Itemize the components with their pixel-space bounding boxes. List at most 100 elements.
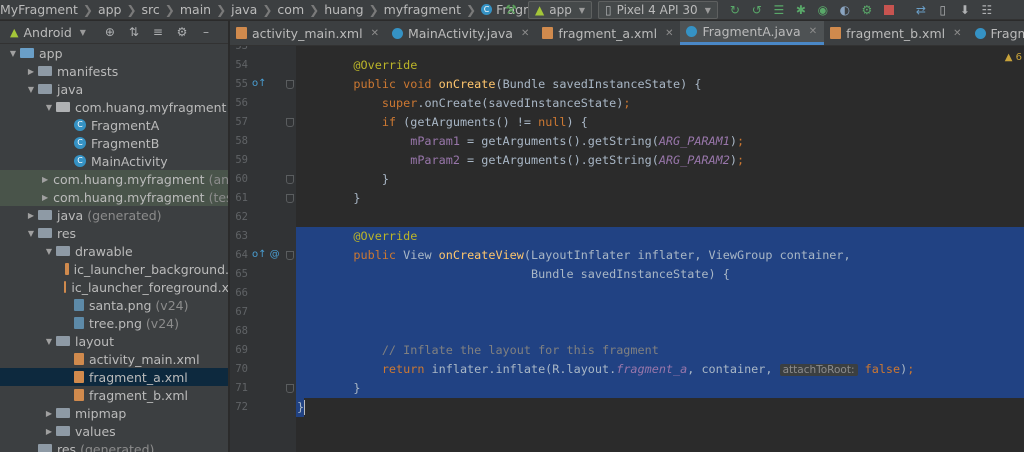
tree-item[interactable]: ▶ java (generated) xyxy=(0,206,228,224)
breadcrumb-item[interactable]: ❯ huang xyxy=(304,0,363,19)
sdk-manager-icon[interactable]: ⬇ xyxy=(954,0,976,19)
tree-item[interactable]: ▶ com.huang.myfragment(tes xyxy=(0,188,228,206)
close-icon[interactable]: ✕ xyxy=(953,28,961,39)
tree-item[interactable]: C FragmentB xyxy=(0,134,228,152)
expanded-arrow-icon[interactable]: ▼ xyxy=(6,49,20,58)
warning-indicator[interactable]: ▲ 6 xyxy=(1005,52,1022,63)
code-line[interactable]: @Override xyxy=(296,227,417,246)
tree-item[interactable]: tree.png (v24) xyxy=(0,314,228,332)
tree-item[interactable]: fragment_b.xml xyxy=(0,386,228,404)
code-line[interactable]: super.onCreate(savedInstanceState); xyxy=(296,94,631,113)
code-line[interactable]: if (getArguments() != null) { xyxy=(296,113,588,132)
gear-icon[interactable]: ⚙ xyxy=(170,25,194,39)
make-project-hammer-icon[interactable]: ⚒ xyxy=(500,0,522,19)
close-icon[interactable]: ✕ xyxy=(665,28,673,39)
fold-marker-icon[interactable] xyxy=(286,251,294,260)
tree-item[interactable]: ▼ res xyxy=(0,224,228,242)
override-marker-icon[interactable]: o↑ @ xyxy=(252,249,280,261)
minimize-icon[interactable]: – xyxy=(194,25,218,39)
code-line[interactable]: } xyxy=(296,170,389,189)
code-line[interactable]: mParam2 = getArguments().getString(ARG_P… xyxy=(296,151,744,170)
code-line[interactable]: mParam1 = getArguments().getString(ARG_P… xyxy=(296,132,744,151)
code-line[interactable] xyxy=(296,208,325,227)
fold-marker-icon[interactable] xyxy=(286,175,294,184)
breadcrumb-item[interactable]: ❯ main xyxy=(160,0,211,19)
tree-item[interactable]: ▼ java xyxy=(0,80,228,98)
collapsed-arrow-icon[interactable]: ▶ xyxy=(24,211,38,220)
tree-item[interactable]: ic_launcher_background. xyxy=(0,260,228,278)
breadcrumb-item[interactable]: ❯ app xyxy=(78,0,122,19)
expand-all-icon[interactable]: ⇅ xyxy=(122,25,146,39)
breadcrumb-item[interactable]: MyFragment xyxy=(0,0,78,19)
run-icon[interactable]: ☰ xyxy=(768,0,790,19)
chevron-down-icon[interactable]: ▼ xyxy=(80,28,86,37)
code-line[interactable] xyxy=(296,322,325,341)
breadcrumb-item[interactable]: ❯ src xyxy=(121,0,159,19)
code-line[interactable]: Bundle savedInstanceState) { xyxy=(296,265,730,284)
code-area[interactable]: ▲ 6 @Override public void onCreate(Bundl… xyxy=(296,46,1024,452)
tree-item[interactable]: activity_main.xml xyxy=(0,350,228,368)
expanded-arrow-icon[interactable]: ▼ xyxy=(42,103,56,112)
breadcrumb-item[interactable]: ❯ myfragment xyxy=(364,0,461,19)
code-line[interactable]: @Override xyxy=(296,56,417,75)
override-marker-icon[interactable]: o↑ xyxy=(252,78,267,90)
tree-item[interactable]: ▶ values xyxy=(0,422,228,440)
collapsed-arrow-icon[interactable]: ▶ xyxy=(42,193,48,202)
close-icon[interactable]: ✕ xyxy=(371,28,379,39)
close-icon[interactable]: ✕ xyxy=(809,26,817,37)
code-line[interactable]: // Inflate the layout for this fragment xyxy=(296,341,659,360)
code-line[interactable]: } xyxy=(296,398,306,417)
editor-tab[interactable]: fragment_a.xml ✕ xyxy=(536,21,680,45)
editor-tab[interactable]: MainActivity.java ✕ xyxy=(386,21,536,45)
code-line[interactable] xyxy=(296,46,325,56)
debug-icon[interactable]: ✱ xyxy=(790,0,812,19)
tree-item[interactable]: C MainActivity xyxy=(0,152,228,170)
editor-tab[interactable]: FragmentB.java✕ xyxy=(969,21,1024,45)
sync-project-icon[interactable]: ⇄ xyxy=(910,0,932,19)
code-line[interactable] xyxy=(296,303,325,322)
code-line[interactable]: public View onCreateView(LayoutInflater … xyxy=(296,246,850,265)
tree-item[interactable]: ▼ drawable xyxy=(0,242,228,260)
code-line[interactable]: public void onCreate(Bundle savedInstanc… xyxy=(296,75,701,94)
collapse-all-icon[interactable]: ≡ xyxy=(146,25,170,39)
attach-debugger-icon[interactable]: ⚙ xyxy=(856,0,878,19)
stop-icon[interactable] xyxy=(878,0,900,19)
fold-marker-icon[interactable] xyxy=(286,80,294,89)
device-dropdown[interactable]: ▯ Pixel 4 API 30 ▼ xyxy=(597,1,718,19)
fold-marker-icon[interactable] xyxy=(286,384,294,393)
locate-icon[interactable]: ⊕ xyxy=(98,25,122,39)
tree-item[interactable]: res (generated) xyxy=(0,440,228,452)
apply-changes-restart-icon[interactable]: ↻ xyxy=(724,0,746,19)
close-icon[interactable]: ✕ xyxy=(521,28,529,39)
collapsed-arrow-icon[interactable]: ▶ xyxy=(24,67,38,76)
avd-manager-icon[interactable]: ▯ xyxy=(932,0,954,19)
tree-item[interactable]: ▶ mipmap xyxy=(0,404,228,422)
expanded-arrow-icon[interactable]: ▼ xyxy=(42,337,56,346)
breadcrumb-item[interactable]: ❯ java xyxy=(211,0,257,19)
tree-item[interactable]: ▶ manifests xyxy=(0,62,228,80)
layout-inspector-icon[interactable]: ☷ xyxy=(976,0,998,19)
tree-item[interactable]: ic_launcher_foreground.x xyxy=(0,278,228,296)
editor-tab[interactable]: activity_main.xml ✕ xyxy=(230,21,386,45)
code-editor[interactable]: 53 54 55 o↑ 56 57 58 59 60 61 62 63 64 o↑ @ 65 66 67 68 69… xyxy=(230,46,1024,452)
editor-tab[interactable]: FragmentA.java ✕ xyxy=(680,21,825,45)
fold-marker-icon[interactable] xyxy=(286,194,294,203)
code-line[interactable]: return inflater.inflate(R.layout.fragmen… xyxy=(296,360,914,379)
breadcrumb-item[interactable]: ❯ com xyxy=(257,0,304,19)
tree-item[interactable]: ▼ layout xyxy=(0,332,228,350)
tree-item[interactable]: ▼ com.huang.myfragment xyxy=(0,98,228,116)
tree-item[interactable]: ▶ com.huang.myfragment (an xyxy=(0,170,228,188)
expanded-arrow-icon[interactable]: ▼ xyxy=(24,85,38,94)
expanded-arrow-icon[interactable]: ▼ xyxy=(42,247,56,256)
project-view-selector[interactable]: Android xyxy=(23,25,71,40)
tree-item[interactable]: ▼ app xyxy=(0,44,228,62)
coverage-icon[interactable]: ◉ xyxy=(812,0,834,19)
code-line[interactable] xyxy=(296,284,325,303)
apply-code-changes-icon[interactable]: ↺ xyxy=(746,0,768,19)
run-configuration-dropdown[interactable]: ▲ app ▼ xyxy=(528,1,592,19)
code-line[interactable]: } xyxy=(296,189,360,208)
collapsed-arrow-icon[interactable]: ▶ xyxy=(42,427,56,436)
editor-tab[interactable]: fragment_b.xml ✕ xyxy=(824,21,968,45)
tree-item[interactable]: fragment_a.xml xyxy=(0,368,228,386)
collapsed-arrow-icon[interactable]: ▶ xyxy=(42,175,48,184)
